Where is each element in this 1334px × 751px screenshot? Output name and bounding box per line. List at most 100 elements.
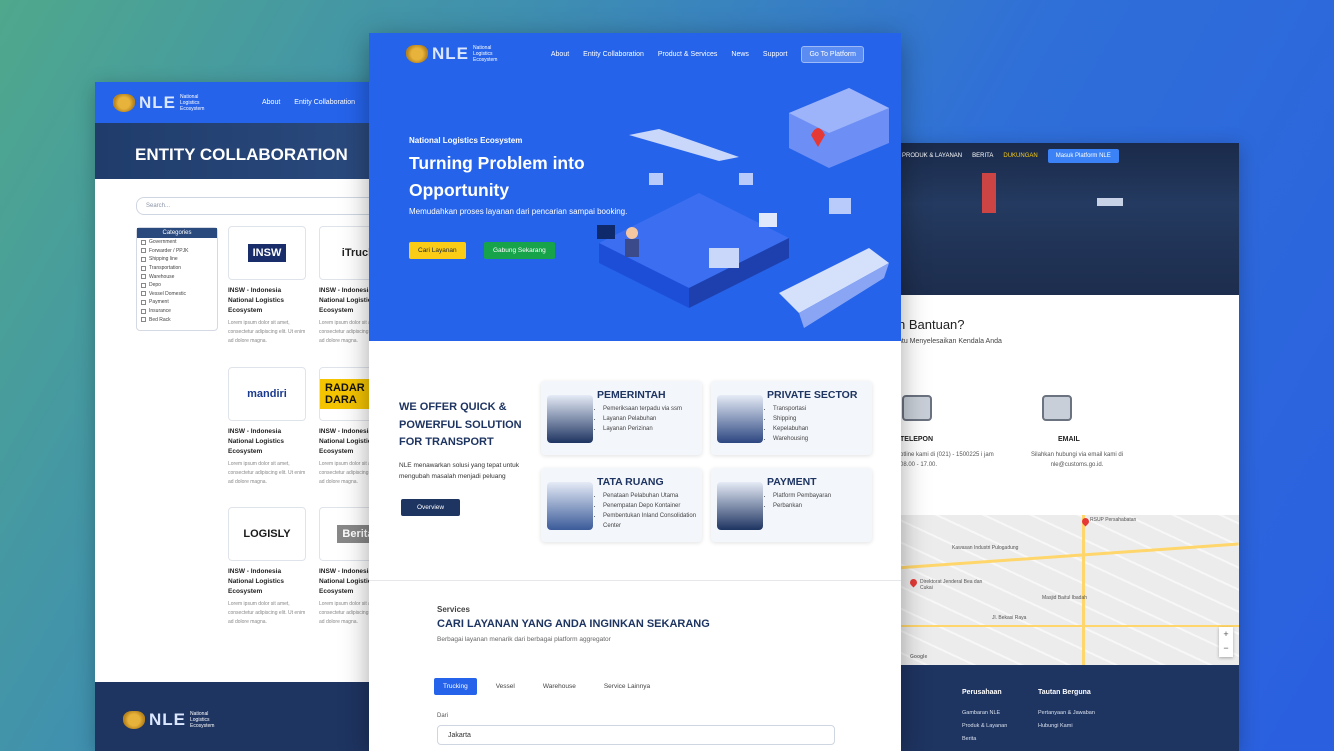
service-card[interactable]: PAYMENT Platform PembayaranPerbankan <box>711 468 872 542</box>
service-card[interactable]: PEMERINTAHPemeriksaan terpadu via ssmLay… <box>541 381 702 455</box>
location-pin-icon[interactable] <box>908 577 919 588</box>
entity-title[interactable]: INSW - Indonesia National Logistics Ecos… <box>228 286 306 316</box>
zoom-in-icon[interactable]: + <box>1219 627 1233 641</box>
location-map[interactable]: RSUP Persahabatan Direktorat Jenderal Be… <box>882 515 1239 665</box>
map-label: Kawasan Industri Pulogadung <box>952 545 1019 551</box>
gabung-sekarang-button[interactable]: Gabung Sekarang <box>484 242 555 259</box>
nav-link[interactable]: DUKUNGAN <box>1003 153 1037 159</box>
category-label: Vessel Domestic <box>149 290 186 297</box>
container-image <box>1097 198 1123 206</box>
footer-link[interactable]: Berita <box>962 733 1007 746</box>
center-navbar: NLE National Logistics Ecosystem About En… <box>406 43 864 65</box>
entity-logo-text: LOGISLY <box>238 525 296 543</box>
category-item[interactable]: Warehouse <box>137 272 217 281</box>
zoom-out-icon[interactable]: − <box>1219 641 1233 655</box>
right-footer: Perusahaan Tautan Berguna Gambaran NLE Pr… <box>882 665 1239 751</box>
service-item: Layanan Pelabuhan <box>603 414 682 424</box>
center-logo[interactable]: NLE National Logistics Ecosystem <box>406 44 509 64</box>
overview-button[interactable]: Overview <box>401 499 461 516</box>
center-nav-links: About Entity Collaboration Product & Servi… <box>551 45 864 63</box>
nav-link[interactable]: Entity Collaboration <box>294 99 355 106</box>
category-label: Warehouse <box>149 273 175 280</box>
tab-warehouse[interactable]: Warehouse <box>534 678 585 695</box>
cari-layanan-button[interactable]: Cari Layanan <box>409 242 466 259</box>
entity-card[interactable]: LOGISLY INSW - Indonesia National Logisti… <box>228 507 306 627</box>
footer-link[interactable]: Hubungi Kami <box>1038 720 1095 733</box>
google-logo: Google <box>910 654 928 660</box>
category-label: Shipping line <box>149 256 178 263</box>
service-title: PRIVATE SECTOR <box>767 389 858 401</box>
section-divider <box>369 580 901 581</box>
map-road <box>882 625 1239 627</box>
checkbox-icon[interactable] <box>141 265 146 271</box>
category-item[interactable]: Bed Rack <box>137 315 217 324</box>
entity-card[interactable]: mandiri INSW - Indonesia National Logisti… <box>228 367 306 487</box>
service-item: Shipping <box>773 414 808 424</box>
category-item[interactable]: Depo <box>137 281 217 290</box>
tab-trucking[interactable]: Trucking <box>434 678 477 695</box>
search-input[interactable]: Search... <box>136 197 385 215</box>
entity-logo: LOGISLY <box>228 507 306 561</box>
category-item[interactable]: Shipping line <box>137 255 217 264</box>
entity-title[interactable]: INSW - Indonesia National Logistics Ecos… <box>228 567 306 597</box>
map-zoom-control[interactable]: + − <box>1219 627 1233 657</box>
tab-vessel[interactable]: Vessel <box>487 678 524 695</box>
nav-link[interactable]: Support <box>763 51 788 58</box>
checkbox-icon[interactable] <box>141 308 146 314</box>
checkbox-icon[interactable] <box>141 291 146 297</box>
checkbox-icon[interactable] <box>141 239 146 245</box>
footer-link[interactable]: Pertanyaan & Jawaban <box>1038 707 1095 720</box>
category-item[interactable]: Government <box>137 238 217 247</box>
nav-link[interactable]: Product & Services <box>658 51 718 58</box>
email-label: EMAIL <box>1058 436 1080 443</box>
entity-title[interactable]: INSW - Indonesia National Logistics Ecos… <box>228 427 306 457</box>
tab-service-lainnya[interactable]: Service Lainnya <box>595 678 659 695</box>
checkbox-icon[interactable] <box>141 317 146 323</box>
checkbox-icon[interactable] <box>141 248 146 254</box>
service-card[interactable]: TATA RUANG Penataan Pelabuhan UtamaPenemp… <box>541 468 702 542</box>
service-card[interactable]: PRIVATE SECTOR TransportasiShippingKepela… <box>711 381 872 455</box>
footer-link[interactable]: Produk & Layanan <box>962 720 1007 733</box>
entity-card[interactable]: INSW INSW - Indonesia National Logistics … <box>228 226 306 346</box>
category-item[interactable]: Vessel Domestic <box>137 290 217 299</box>
map-road <box>882 542 1239 571</box>
page-title: ENTITY COLLABORATION <box>95 123 385 179</box>
home-page: NLE National Logistics Ecosystem About En… <box>369 33 901 751</box>
service-item: Warehousing <box>773 434 808 444</box>
checkbox-icon[interactable] <box>141 256 146 262</box>
nav-link[interactable]: About <box>262 99 280 106</box>
left-navbar: NLE National Logistics Ecosystem About En… <box>95 82 385 123</box>
category-item[interactable]: Transportation <box>137 264 217 273</box>
logistics-illustration <box>597 88 889 328</box>
category-item[interactable]: Insurance <box>137 307 217 316</box>
origin-input[interactable]: Jakarta <box>437 725 835 745</box>
category-label: Depo <box>149 282 161 289</box>
entity-logo: mandiri <box>228 367 306 421</box>
services-title: CARI LAYANAN YANG ANDA INGINKAN SEKARANG <box>437 618 710 630</box>
service-item: Layanan Perizinan <box>603 424 682 434</box>
service-item: Penataan Pelabuhan Utama <box>603 491 702 501</box>
nav-link[interactable]: Entity Collaboration <box>583 51 644 58</box>
checkbox-icon[interactable] <box>141 274 146 280</box>
brand-name: NLE <box>149 710 186 729</box>
right-navbar: PRODUK & LAYANAN BERITA DUKUNGAN Masuk Plat… <box>902 149 1119 163</box>
category-item[interactable]: Forwarder / PPJK <box>137 247 217 256</box>
email-text[interactable]: Silahkan hubungi via email kami di nle@c… <box>1022 450 1132 470</box>
footer-col-title: Perusahaan <box>962 689 1002 696</box>
masuk-platform-button[interactable]: Masuk Platform NLE <box>1047 149 1119 163</box>
category-label: Payment <box>149 299 169 306</box>
garuda-emblem-icon <box>406 45 428 63</box>
nav-link[interactable]: News <box>731 51 749 58</box>
checkbox-icon[interactable] <box>141 299 146 305</box>
footer-link[interactable]: Gambaran NLE <box>962 707 1007 720</box>
left-logo[interactable]: NLE National Logistics Ecosystem <box>113 93 216 113</box>
service-items: Pemeriksaan terpadu via ssmLayanan Pelab… <box>603 404 682 434</box>
nav-link[interactable]: PRODUK & LAYANAN <box>902 153 962 159</box>
nav-link[interactable]: BERITA <box>972 153 993 159</box>
checkbox-icon[interactable] <box>141 282 146 288</box>
garuda-emblem-icon <box>113 93 135 112</box>
hero-kicker: National Logistics Ecosystem <box>409 136 523 145</box>
category-item[interactable]: Payment <box>137 298 217 307</box>
nav-link[interactable]: About <box>551 51 569 58</box>
go-to-platform-button[interactable]: Go To Platform <box>801 45 864 63</box>
